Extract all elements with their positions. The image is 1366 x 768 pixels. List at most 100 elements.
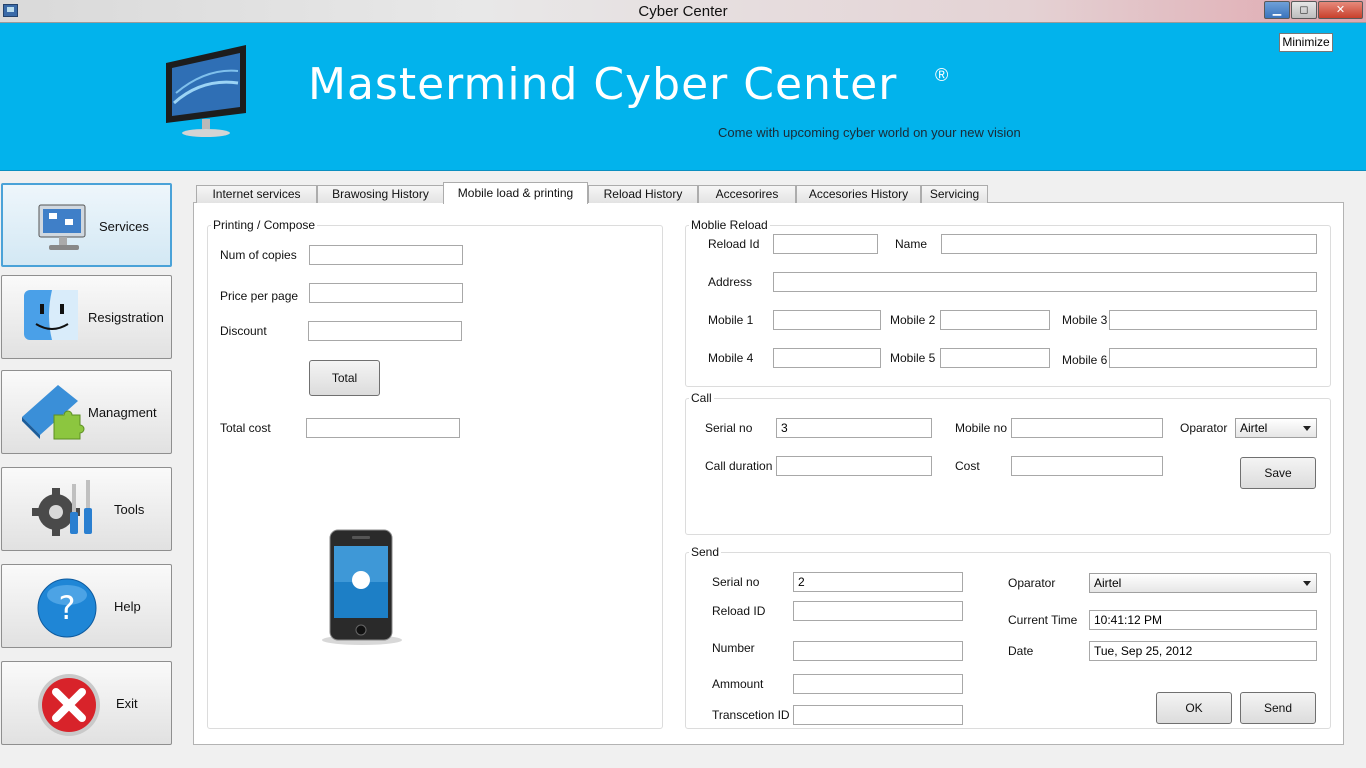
name-label: Name <box>895 237 928 251</box>
book-puzzle-icon <box>22 385 85 440</box>
reload-id-label: Reload Id <box>708 237 760 251</box>
exit-icon <box>38 674 100 736</box>
nav-tools-button[interactable]: Tools <box>1 467 172 551</box>
discount-input[interactable] <box>308 321 462 341</box>
current-time-input[interactable] <box>1089 610 1317 630</box>
maximize-window-button[interactable]: ◻ <box>1291 1 1317 19</box>
nav-registration-button[interactable]: Resigstration <box>1 275 172 359</box>
total-button[interactable]: Total <box>309 360 380 396</box>
call-operator-label: Oparator <box>1180 421 1228 435</box>
header-banner: Mastermind Cyber Center ® Come with upco… <box>0 23 1366 171</box>
call-duration-input[interactable] <box>776 456 932 476</box>
price-per-page-input[interactable] <box>309 283 463 303</box>
call-serial-no-label: Serial no <box>705 421 753 435</box>
mobile3-input[interactable] <box>1109 310 1317 330</box>
date-input[interactable] <box>1089 641 1317 661</box>
send-operator-label: Oparator <box>1008 576 1056 590</box>
nav-services-button[interactable]: Services <box>1 183 172 267</box>
window-title: Cyber Center <box>638 3 728 20</box>
call-operator-value: Airtel <box>1240 421 1268 435</box>
tab-mobile-load-printing[interactable]: Mobile load & printing <box>443 182 588 204</box>
nav-tools-label: Tools <box>114 502 145 517</box>
send-reload-id-input[interactable] <box>793 601 963 621</box>
total-cost-label: Total cost <box>220 421 271 435</box>
send-button[interactable]: Send <box>1240 692 1316 724</box>
chevron-down-icon <box>1303 426 1311 431</box>
mobile-no-input[interactable] <box>1011 418 1163 438</box>
minimize-tooltip: Minimize <box>1279 33 1333 52</box>
address-label: Address <box>708 275 753 289</box>
phone-icon <box>322 529 402 645</box>
mobile1-input[interactable] <box>773 310 881 330</box>
nav-management-label: Managment <box>88 405 157 420</box>
reload-id-input[interactable] <box>773 234 878 254</box>
brand-title: Mastermind Cyber Center <box>308 59 898 110</box>
tab-accessories[interactable]: Accesorires <box>698 185 796 203</box>
num-copies-label: Num of copies <box>220 248 297 262</box>
registered-mark: ® <box>935 65 949 85</box>
nav-help-button[interactable]: ? Help <box>1 564 172 648</box>
monitor-icon <box>166 45 246 137</box>
nav-exit-button[interactable]: Exit <box>1 661 172 745</box>
call-serial-no-input[interactable] <box>776 418 932 438</box>
current-time-label: Current Time <box>1008 613 1078 627</box>
nav-exit-label: Exit <box>116 696 138 711</box>
tagline: Come with upcoming cyber world on your n… <box>718 125 1021 140</box>
ok-button[interactable]: OK <box>1156 692 1232 724</box>
price-per-page-label: Price per page <box>220 289 299 303</box>
tab-browsing-history[interactable]: Brawosing History <box>317 185 444 203</box>
window-title-bar: Cyber Center ▁ ◻ ✕ <box>0 0 1366 23</box>
number-input[interactable] <box>793 641 963 661</box>
name-input[interactable] <box>941 234 1317 254</box>
num-copies-input[interactable] <box>309 245 463 265</box>
total-cost-input[interactable] <box>306 418 460 438</box>
mobile-no-label: Mobile no <box>955 421 1008 435</box>
mobile6-input[interactable] <box>1109 348 1317 368</box>
chevron-down-icon <box>1303 581 1311 586</box>
send-title: Send <box>689 545 722 559</box>
transaction-id-input[interactable] <box>793 705 963 725</box>
help-icon: ? <box>37 578 97 638</box>
cost-label: Cost <box>955 459 980 473</box>
mobile-reload-title: Moblie Reload <box>689 218 770 232</box>
tab-reload-history[interactable]: Reload History <box>588 185 698 203</box>
mobile5-input[interactable] <box>940 348 1050 368</box>
send-operator-select[interactable]: Airtel <box>1089 573 1317 593</box>
computer-icon <box>38 204 86 250</box>
printing-compose-title: Printing / Compose <box>211 218 318 232</box>
date-label: Date <box>1008 644 1034 658</box>
close-window-button[interactable]: ✕ <box>1318 1 1363 19</box>
mobile1-label: Mobile 1 <box>708 313 754 327</box>
mobile6-label: Mobile 6 <box>1062 353 1108 367</box>
call-operator-select[interactable]: Airtel <box>1235 418 1317 438</box>
gear-screwdriver-icon <box>32 480 92 536</box>
mobile4-label: Mobile 4 <box>708 351 754 365</box>
mobile2-label: Mobile 2 <box>890 313 936 327</box>
nav-management-button[interactable]: Managment <box>1 370 172 454</box>
address-input[interactable] <box>773 272 1317 292</box>
amount-input[interactable] <box>793 674 963 694</box>
finder-face-icon <box>24 290 78 340</box>
send-serial-no-label: Serial no <box>712 575 760 589</box>
number-label: Number <box>712 641 755 655</box>
transaction-id-label: Transcetion ID <box>712 708 790 722</box>
mobile5-label: Mobile 5 <box>890 351 936 365</box>
save-button[interactable]: Save <box>1240 457 1316 489</box>
mobile4-input[interactable] <box>773 348 881 368</box>
call-title: Call <box>689 391 714 405</box>
send-reload-id-label: Reload ID <box>712 604 766 618</box>
mobile2-input[interactable] <box>940 310 1050 330</box>
tab-servicing[interactable]: Servicing <box>921 185 988 203</box>
call-duration-label: Call duration <box>705 459 773 473</box>
tab-internet-services[interactable]: Internet services <box>196 185 317 203</box>
discount-label: Discount <box>220 324 267 338</box>
nav-services-label: Services <box>99 219 149 234</box>
cost-input[interactable] <box>1011 456 1163 476</box>
minimize-window-button[interactable]: ▁ <box>1264 1 1290 19</box>
tab-accessories-history[interactable]: Accesories History <box>796 185 921 203</box>
mobile3-label: Mobile 3 <box>1062 313 1108 327</box>
nav-registration-label: Resigstration <box>88 310 164 325</box>
send-serial-no-input[interactable] <box>793 572 963 592</box>
nav-help-label: Help <box>114 599 141 614</box>
svg-text:?: ? <box>59 589 76 627</box>
